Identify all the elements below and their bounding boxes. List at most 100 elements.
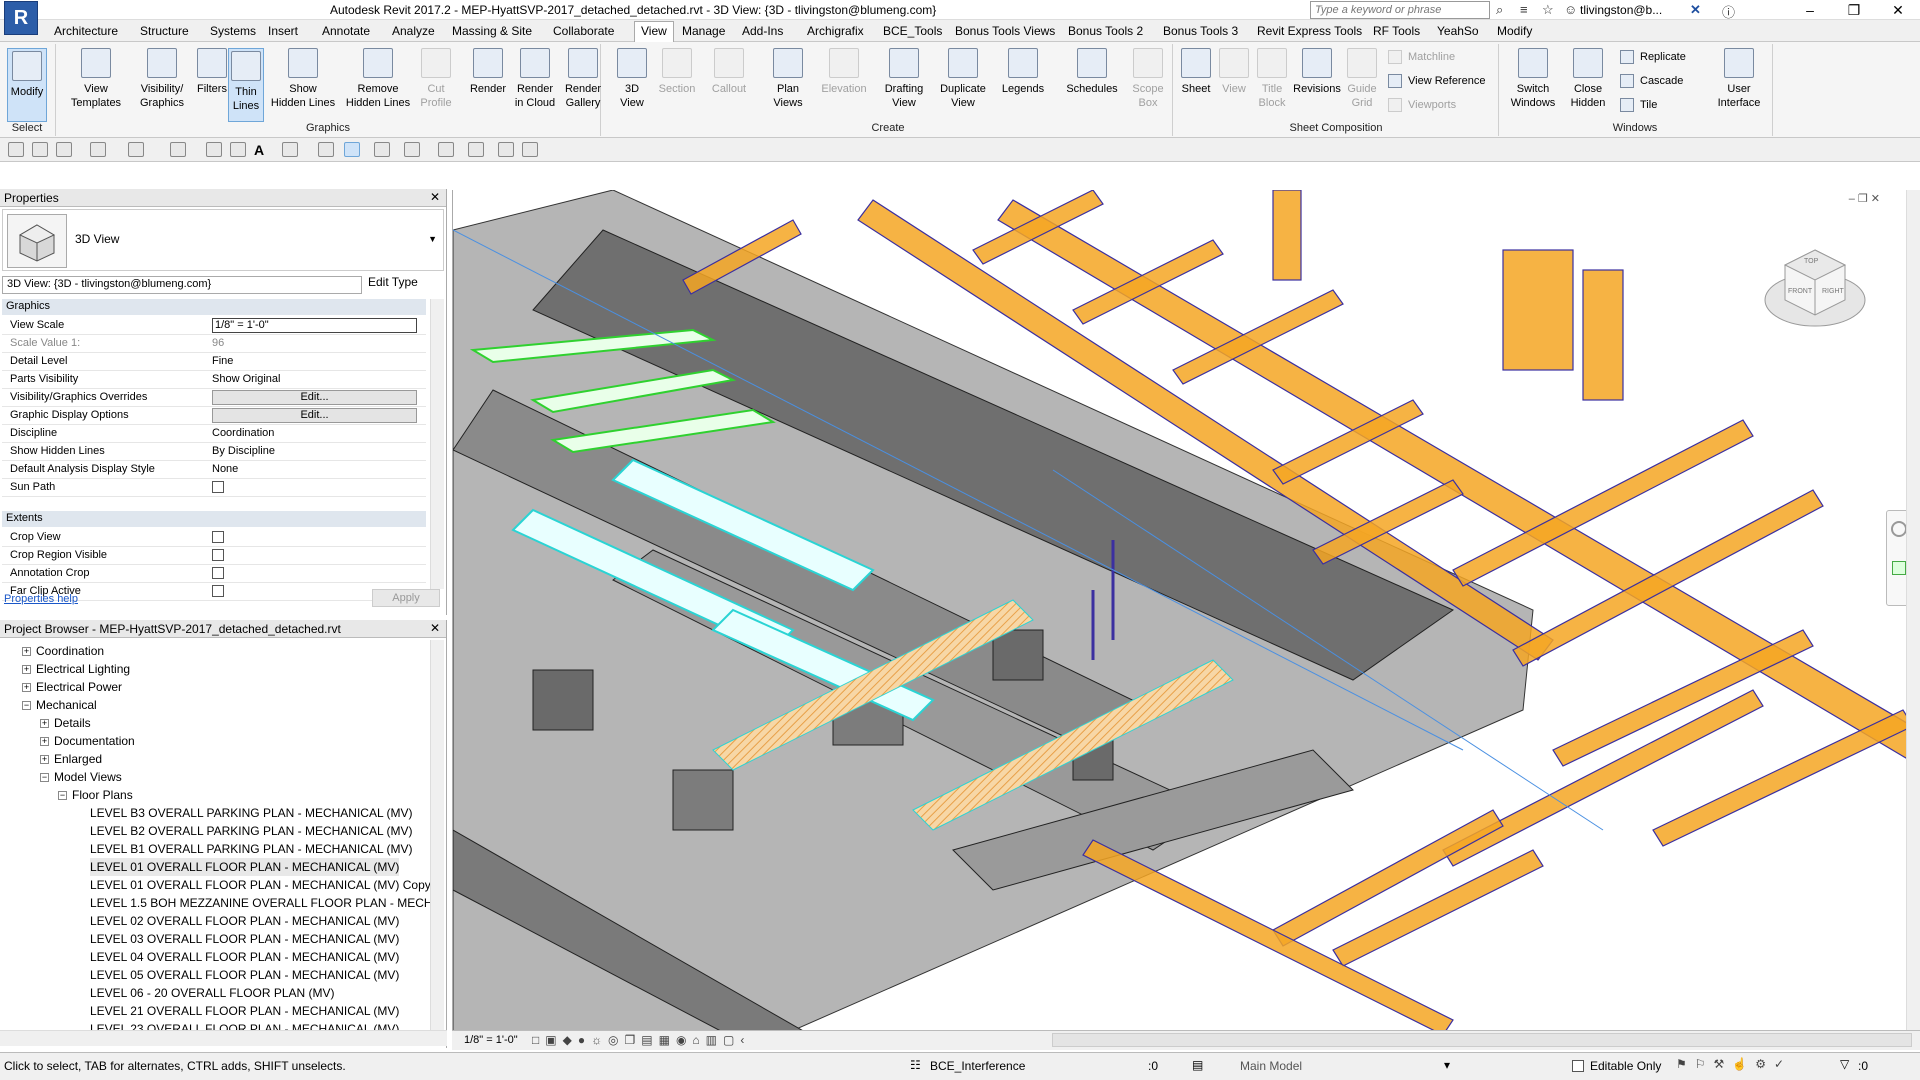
thin-lines-button[interactable]: Thin Lines xyxy=(228,48,264,122)
property-row[interactable]: Default Analysis Display Style None xyxy=(2,461,426,479)
view-reference-button[interactable]: View Reference xyxy=(1388,72,1485,90)
expand-icon[interactable]: + xyxy=(40,755,49,765)
property-checkbox[interactable] xyxy=(212,549,417,564)
render-gallery-button[interactable]: Render Gallery xyxy=(558,48,608,110)
print-icon[interactable] xyxy=(170,142,186,157)
view-templates-button[interactable]: View Templates xyxy=(66,48,126,110)
legends-button[interactable]: Legends xyxy=(998,48,1048,96)
tab-revit-express-tools[interactable]: Revit Express Tools xyxy=(1257,24,1362,38)
3d-view-icon[interactable] xyxy=(282,142,298,157)
user-name[interactable]: tlivingston@b... xyxy=(1580,3,1662,17)
collapse-icon[interactable]: − xyxy=(22,701,31,711)
section-extents[interactable]: Extents xyxy=(2,511,426,527)
arrange-icon[interactable] xyxy=(498,142,514,157)
tab-bonus-tools-views[interactable]: Bonus Tools Views xyxy=(955,24,1055,38)
measure-icon[interactable] xyxy=(206,142,222,157)
browser-hscrollbar[interactable] xyxy=(0,1030,447,1046)
workset-icon[interactable]: ☷ xyxy=(910,1058,921,1072)
properties-help-link[interactable]: Properties help xyxy=(4,593,78,605)
cascade-button[interactable]: Cascade xyxy=(1620,72,1683,90)
browser-tree-item[interactable]: LEVEL B1 OVERALL PARKING PLAN - MECHANIC… xyxy=(90,840,413,858)
browser-tree-item[interactable]: + Details xyxy=(40,714,91,732)
select-panel-label[interactable]: Select xyxy=(2,122,52,136)
tag-icon[interactable] xyxy=(438,142,454,157)
visibility-graphics-button[interactable]: Visibility/ Graphics xyxy=(134,48,190,110)
tab-archigrafix[interactable]: Archigrafix xyxy=(807,24,864,38)
close-hidden-icon[interactable] xyxy=(374,142,390,157)
view-window-controls[interactable]: – ❐ ✕ xyxy=(1849,192,1880,205)
view-cube[interactable]: TOP FRONT RIGHT xyxy=(1760,230,1870,340)
text-icon[interactable]: A xyxy=(254,142,270,158)
property-row[interactable]: Crop View xyxy=(2,529,426,547)
expand-icon[interactable]: + xyxy=(22,683,31,693)
sync-icon[interactable] xyxy=(56,142,72,157)
tab-yeahso[interactable]: YeahSo xyxy=(1437,24,1479,38)
elevation-button[interactable]: Elevation xyxy=(816,48,872,96)
viewport-vscrollbar[interactable] xyxy=(1906,190,1920,1030)
browser-tree-item[interactable]: − Floor Plans xyxy=(58,786,133,804)
expand-icon[interactable]: + xyxy=(22,665,31,675)
expand-icon[interactable]: + xyxy=(40,719,49,729)
browser-tree-item[interactable]: − Model Views xyxy=(40,768,122,786)
viewport-hscrollbar[interactable] xyxy=(1052,1033,1912,1047)
customize-qat-icon[interactable] xyxy=(522,142,538,157)
browser-tree-item[interactable]: LEVEL 01 OVERALL FLOOR PLAN - MECHANICAL… xyxy=(90,876,441,894)
switch-windows-button[interactable]: Switch Windows xyxy=(1506,48,1560,110)
open-icon[interactable] xyxy=(8,142,24,157)
tab-analyze[interactable]: Analyze xyxy=(392,24,435,38)
tab-modify[interactable]: Modify xyxy=(1497,24,1532,38)
close-hidden-button[interactable]: Close Hidden xyxy=(1564,48,1612,110)
design-option-select[interactable]: Main Model xyxy=(1240,1059,1302,1073)
checkbox[interactable] xyxy=(212,481,224,493)
property-row[interactable]: Crop Region Visible xyxy=(2,547,426,565)
browser-tree-item[interactable]: LEVEL 06 - 20 OVERALL FLOOR PLAN (MV) xyxy=(90,984,335,1002)
browser-tree-item[interactable]: LEVEL B3 OVERALL PARKING PLAN - MECHANIC… xyxy=(90,804,413,822)
tab-bonus-tools-3[interactable]: Bonus Tools 3 xyxy=(1163,24,1238,38)
close-button[interactable]: ✕ xyxy=(1876,0,1920,20)
collapse-icon[interactable]: − xyxy=(40,773,49,783)
property-row[interactable]: Graphic Display Options Edit... xyxy=(2,407,426,425)
property-row[interactable]: Scale Value 1: 96 xyxy=(2,335,426,353)
property-value[interactable]: 1/8" = 1'-0" xyxy=(212,318,417,333)
schedules-button[interactable]: Schedules xyxy=(1062,48,1122,96)
dimension-icon[interactable] xyxy=(230,142,246,157)
render-in-cloud-button[interactable]: Render in Cloud xyxy=(510,48,560,110)
browser-tree-item[interactable]: LEVEL 03 OVERALL FLOOR PLAN - MECHANICAL… xyxy=(90,930,399,948)
expand-icon[interactable]: + xyxy=(40,737,49,747)
selection-options-icons[interactable]: ⚑⚐⚒☝⚙✓ xyxy=(1676,1057,1792,1071)
property-value[interactable]: Show Original xyxy=(212,373,417,385)
undo-icon[interactable] xyxy=(90,142,106,157)
browser-tree-item[interactable]: LEVEL 04 OVERALL FLOOR PLAN - MECHANICAL… xyxy=(90,948,399,966)
render-button[interactable]: Render xyxy=(466,48,510,96)
binoculars-icon[interactable]: ⌕ xyxy=(1496,2,1503,18)
instance-selector[interactable]: 3D View: {3D - tlivingston@blumeng.com} xyxy=(2,276,362,294)
property-row[interactable]: Detail Level Fine xyxy=(2,353,426,371)
collapse-icon[interactable]: − xyxy=(58,791,67,801)
apply-button[interactable]: Apply xyxy=(372,589,440,607)
matchline-button[interactable]: Matchline xyxy=(1388,48,1455,66)
section-button[interactable]: Section xyxy=(654,48,700,96)
infocenter-icon[interactable]: ≡ xyxy=(1520,2,1528,18)
tab-view[interactable]: View xyxy=(634,21,674,42)
browser-tree-item[interactable]: LEVEL 21 OVERALL FLOOR PLAN - MECHANICAL… xyxy=(90,1002,399,1020)
browser-tree-item[interactable]: LEVEL 02 OVERALL FLOOR PLAN - MECHANICAL… xyxy=(90,912,399,930)
application-menu-button[interactable]: R xyxy=(4,1,38,35)
tab-bonus-tools-2[interactable]: Bonus Tools 2 xyxy=(1068,24,1143,38)
help-icon[interactable]: ⓘ xyxy=(1722,2,1735,20)
cut-profile-button[interactable]: Cut Profile xyxy=(416,48,456,110)
remove-hidden-lines-button[interactable]: Remove Hidden Lines xyxy=(342,48,414,110)
expand-icon[interactable]: + xyxy=(22,647,31,657)
tab-structure[interactable]: Structure xyxy=(140,24,189,38)
tab-insert[interactable]: Insert xyxy=(268,24,298,38)
property-value[interactable]: None xyxy=(212,463,417,475)
viewports-button[interactable]: Viewports xyxy=(1388,96,1456,114)
property-row[interactable]: Parts Visibility Show Original xyxy=(2,371,426,389)
chevron-down-icon[interactable]: ▾ xyxy=(1444,1058,1450,1072)
tab-architecture[interactable]: Architecture xyxy=(54,24,118,38)
property-value[interactable]: 96 xyxy=(212,337,417,349)
property-checkbox[interactable] xyxy=(212,531,417,546)
steering-wheel-icon[interactable] xyxy=(1891,521,1907,537)
edit-button[interactable]: Edit... xyxy=(212,390,417,405)
user-interface-button[interactable]: User Interface xyxy=(1712,48,1766,110)
switch-windows-icon[interactable] xyxy=(404,142,420,157)
